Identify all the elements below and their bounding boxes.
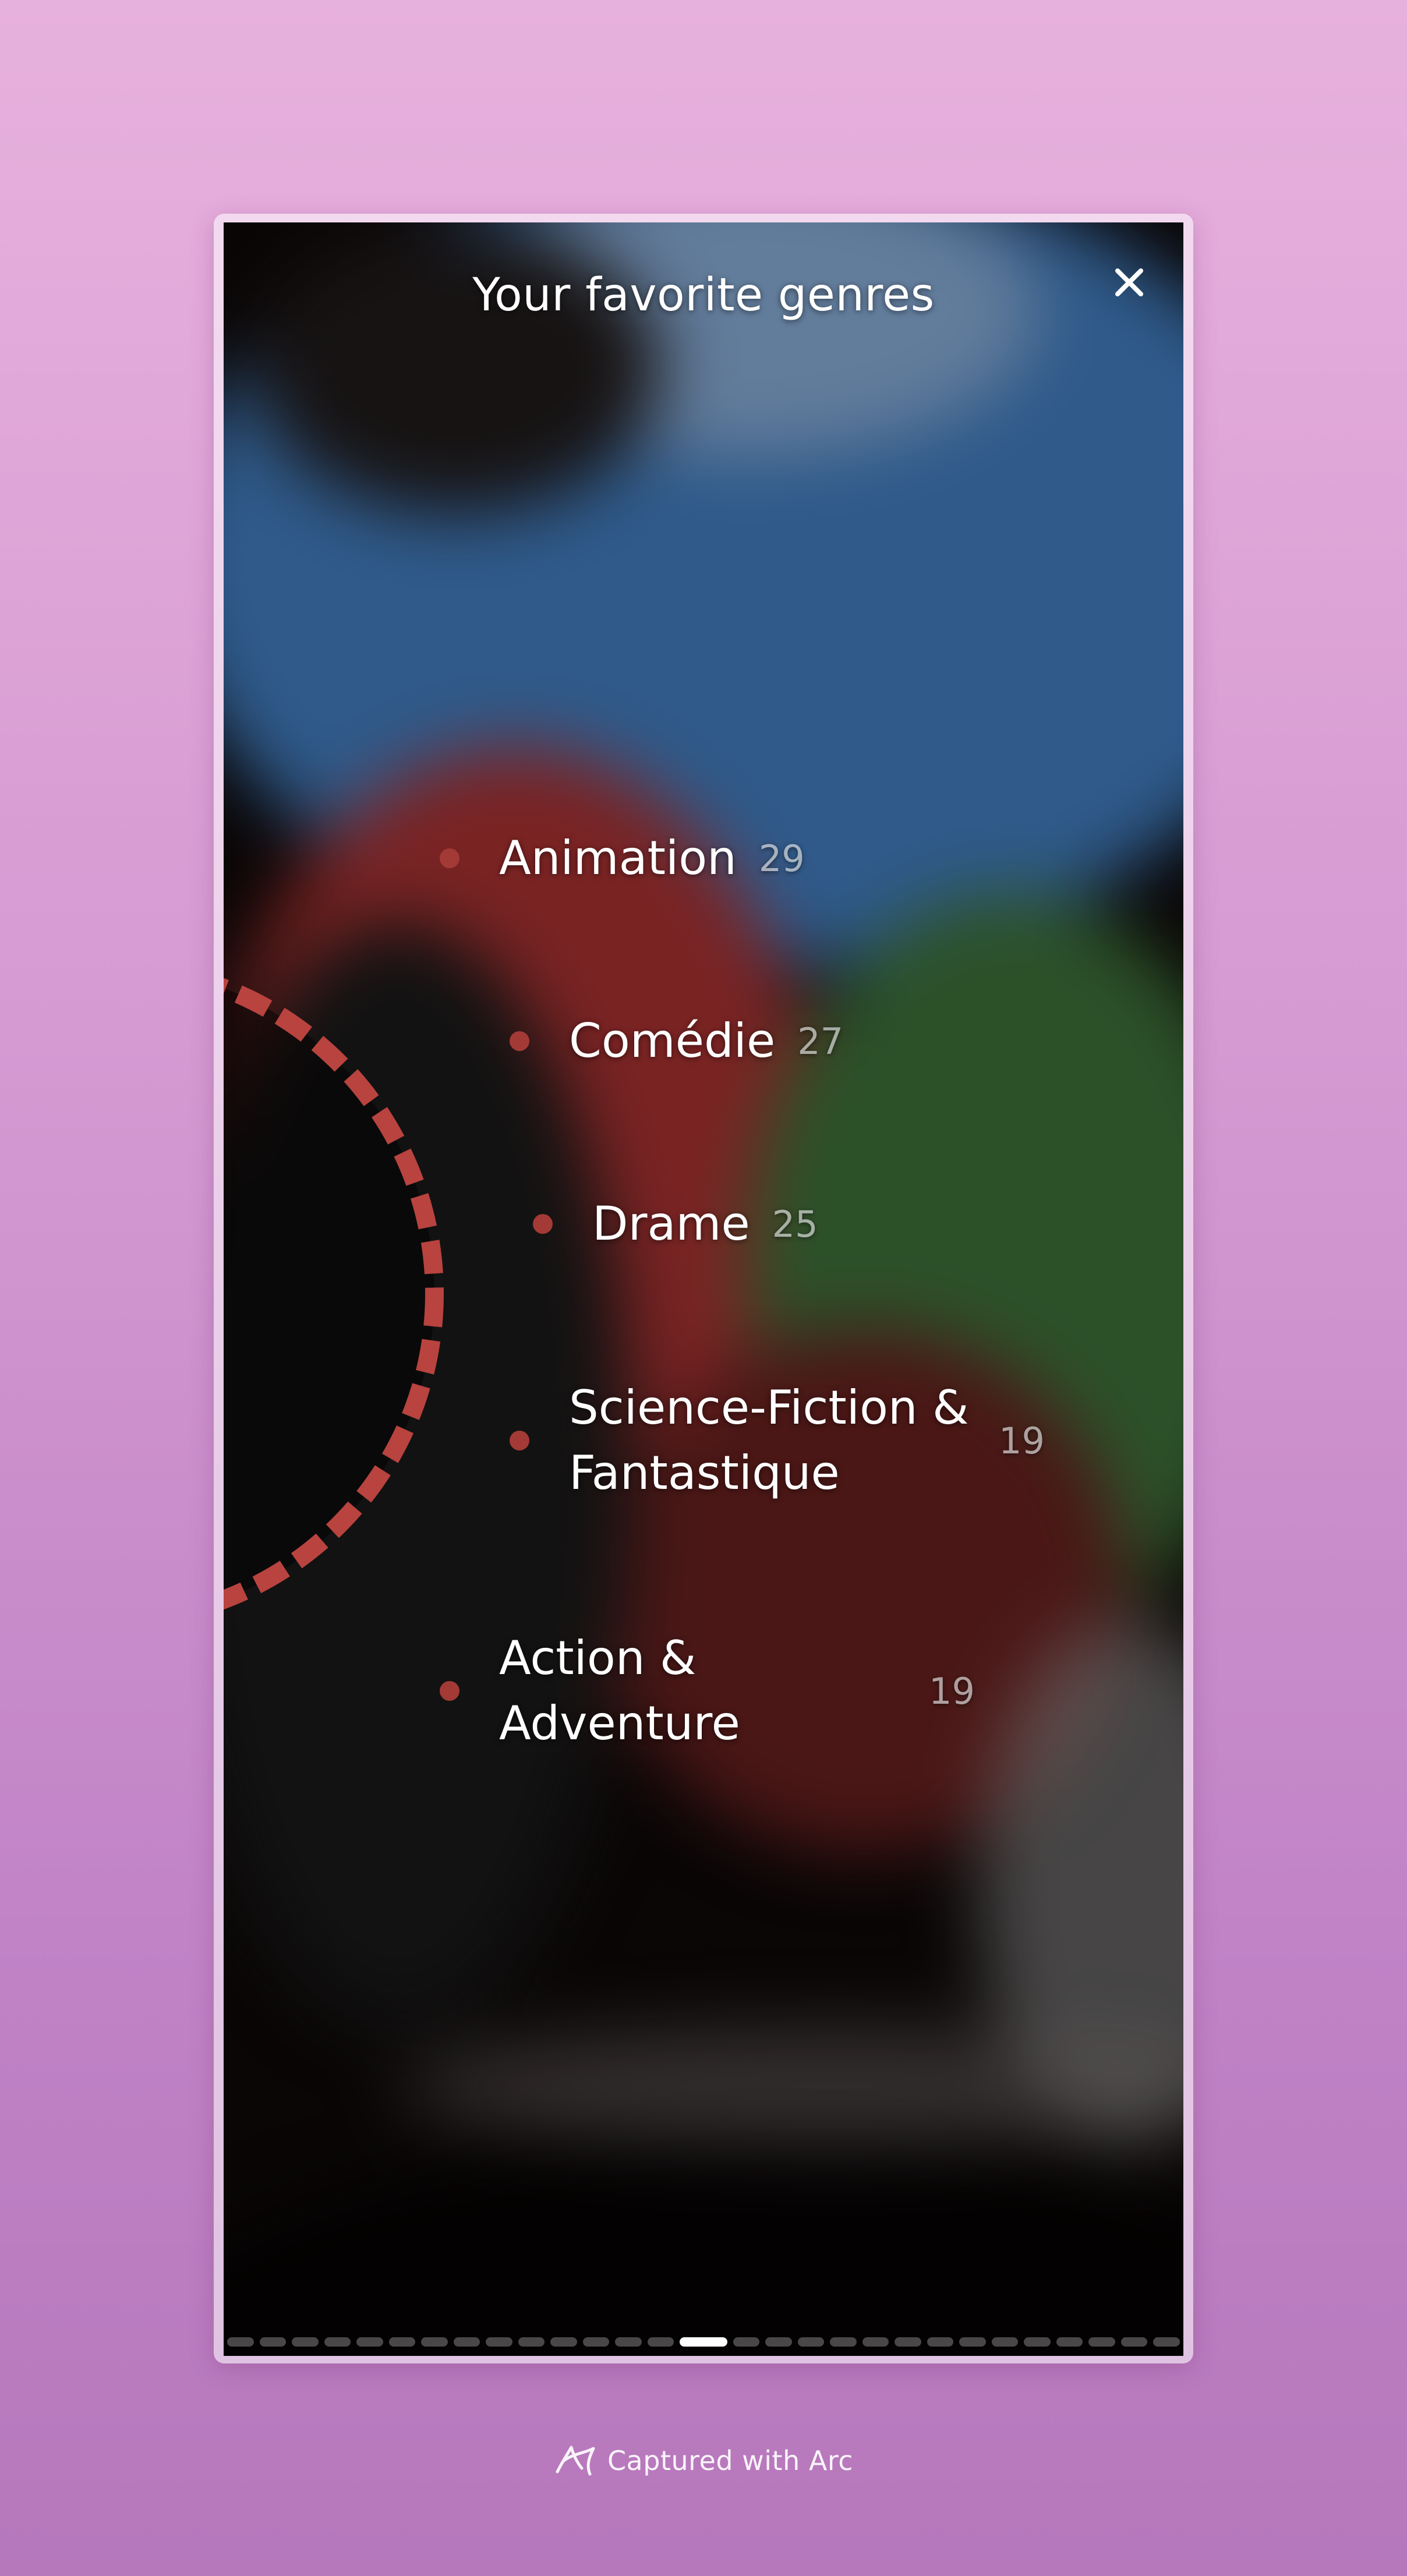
genre-label: Science-Fiction & Fantastique xyxy=(569,1375,977,1506)
progress-segment[interactable] xyxy=(733,2337,760,2347)
genre-label-line1: Science-Fiction & xyxy=(569,1381,969,1435)
genre-item-comedie: Comédie 27 xyxy=(510,1009,843,1074)
genre-count: 19 xyxy=(929,1669,975,1712)
progress-segment[interactable] xyxy=(421,2337,448,2347)
genre-dot xyxy=(510,1431,529,1450)
progress-segment[interactable] xyxy=(550,2337,577,2347)
genre-dot xyxy=(440,848,459,868)
story-progress-bar[interactable] xyxy=(224,2337,1183,2348)
genre-label: Animation xyxy=(499,831,737,885)
capture-footer: Captured with Arc xyxy=(0,2443,1407,2479)
progress-segment[interactable] xyxy=(615,2337,642,2347)
progress-segment[interactable] xyxy=(1153,2337,1180,2347)
progress-segment[interactable] xyxy=(991,2337,1019,2347)
progress-segment[interactable] xyxy=(959,2337,986,2347)
progress-segment[interactable] xyxy=(388,2337,415,2347)
progress-segment[interactable] xyxy=(292,2337,319,2347)
story-screen: Your favorite genres Animation 29 Comédi… xyxy=(224,222,1183,2356)
progress-segment[interactable] xyxy=(1024,2337,1051,2347)
progress-segment[interactable] xyxy=(1120,2337,1148,2347)
progress-segment-active[interactable] xyxy=(680,2337,727,2347)
genre-item-action-adventure: Action & Adventure 19 xyxy=(440,1626,975,1756)
progress-segment[interactable] xyxy=(453,2337,480,2347)
progress-segment[interactable] xyxy=(927,2337,954,2347)
progress-segment[interactable] xyxy=(582,2337,609,2347)
genre-count: 19 xyxy=(999,1419,1045,1462)
genre-item-animation: Animation 29 xyxy=(440,826,805,891)
genre-label-line1: Action & xyxy=(499,1631,697,1685)
genre-label: Comédie xyxy=(569,1014,776,1068)
genre-label-line2: Adventure xyxy=(499,1696,740,1750)
progress-segment[interactable] xyxy=(486,2337,512,2347)
progress-segment[interactable] xyxy=(765,2337,792,2347)
progress-segment[interactable] xyxy=(518,2337,545,2347)
progress-segment[interactable] xyxy=(324,2337,351,2347)
genre-label: Action & Adventure xyxy=(499,1626,907,1756)
progress-segment[interactable] xyxy=(647,2337,674,2347)
progress-segment[interactable] xyxy=(1088,2337,1115,2347)
genre-label-line2: Fantastique xyxy=(569,1446,840,1500)
progress-segment[interactable] xyxy=(259,2337,286,2347)
progress-segment[interactable] xyxy=(1056,2337,1083,2347)
progress-segment[interactable] xyxy=(356,2337,383,2347)
genre-dot xyxy=(510,1031,529,1051)
progress-segment[interactable] xyxy=(895,2337,921,2347)
genre-count: 27 xyxy=(797,1020,844,1063)
arc-logo-icon xyxy=(556,2446,595,2476)
genre-dot xyxy=(533,1214,553,1234)
genre-arc-decoration xyxy=(224,978,444,1610)
progress-segment[interactable] xyxy=(830,2337,857,2347)
genre-count: 29 xyxy=(758,837,805,880)
genre-item-science-fiction-fantastique: Science-Fiction & Fantastique 19 xyxy=(510,1375,1045,1506)
genre-count: 25 xyxy=(772,1202,818,1245)
genre-dot xyxy=(440,1681,459,1701)
progress-segment[interactable] xyxy=(797,2337,825,2347)
genre-item-drame: Drame 25 xyxy=(533,1191,818,1257)
genre-label: Drame xyxy=(592,1197,750,1251)
progress-segment[interactable] xyxy=(227,2337,254,2347)
footer-text: Captured with Arc xyxy=(607,2445,854,2476)
progress-segment[interactable] xyxy=(862,2337,889,2347)
